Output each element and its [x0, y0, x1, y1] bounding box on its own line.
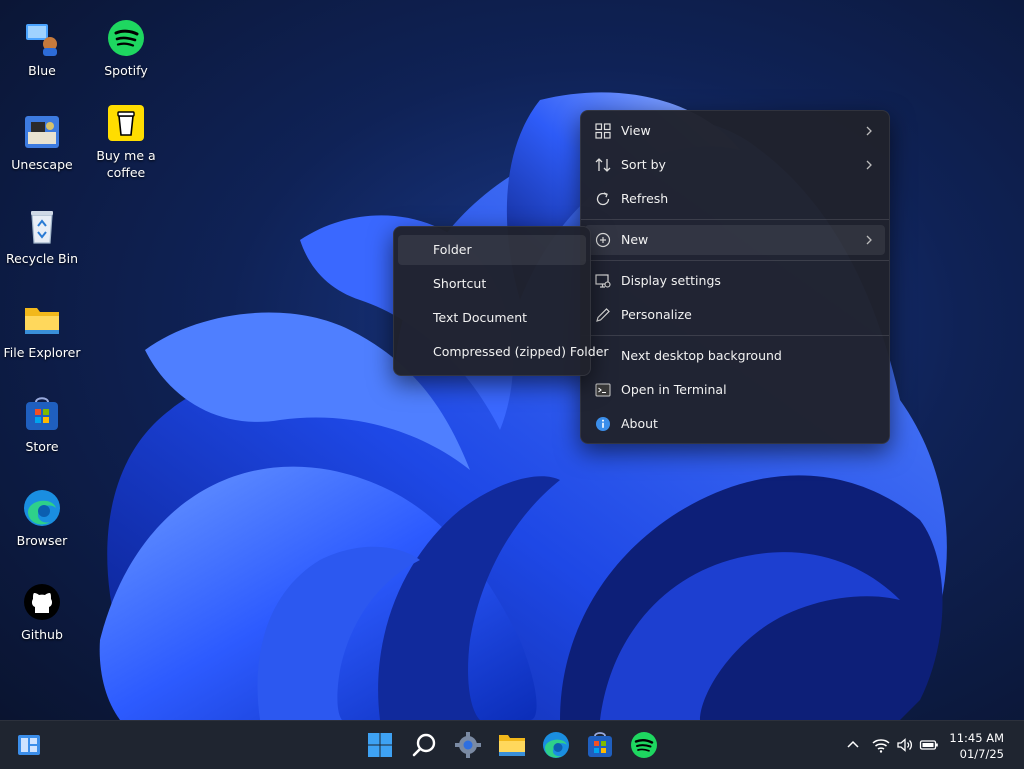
desktop-icon-browser[interactable]: Browser: [0, 488, 84, 549]
new-submenu: Folder Shortcut Text Document Compressed…: [393, 226, 609, 376]
taskbar: 11:45 AM 01/7/25: [0, 720, 1024, 769]
store-icon[interactable]: [584, 729, 616, 761]
menu-item-next-desktop-background[interactable]: Next desktop background: [585, 341, 885, 371]
desktop-icon-label: Blue: [28, 63, 56, 78]
github-icon: [24, 584, 60, 620]
menu-item-refresh[interactable]: Refresh: [585, 184, 885, 214]
start-windows-icon[interactable]: [364, 729, 396, 761]
menu-item-label: View: [621, 123, 651, 138]
coffee-cup-icon: [108, 105, 144, 141]
submenu-item-compressed-folder[interactable]: Compressed (zipped) Folder: [398, 337, 609, 367]
menu-item-open-in-terminal[interactable]: Open in Terminal: [585, 375, 885, 405]
submenu-item-label: Folder: [433, 242, 472, 257]
wifi-icon[interactable]: [871, 735, 891, 755]
desktop-icon-label: File Explorer: [3, 345, 81, 360]
battery-icon[interactable]: [919, 735, 939, 755]
clock-date: 01/7/25: [959, 747, 1004, 761]
submenu-item-text-document[interactable]: Text Document: [398, 303, 586, 333]
refresh-icon: [596, 192, 610, 206]
terminal-icon: [595, 383, 611, 397]
menu-item-label: Sort by: [621, 157, 666, 172]
submenu-item-shortcut[interactable]: Shortcut: [398, 269, 586, 299]
menu-separator: [581, 260, 889, 261]
desktop-icon-label: Github: [21, 627, 63, 642]
desktop-icon-buy-me-a-coffee[interactable]: Buy me a coffee: [84, 103, 168, 181]
menu-item-display-settings[interactable]: Display settings: [585, 266, 885, 296]
submenu-item-folder[interactable]: Folder: [398, 235, 586, 265]
file-explorer-icon[interactable]: [496, 729, 528, 761]
menu-separator: [581, 335, 889, 336]
desktop-icon-blue[interactable]: Blue: [0, 18, 84, 79]
desktop-icon-label: Buy me a coffee: [96, 148, 156, 180]
menu-item-label: Display settings: [621, 273, 721, 288]
grid-icon: [595, 123, 611, 139]
menu-item-label: Next desktop background: [621, 348, 782, 363]
volume-icon[interactable]: [895, 735, 915, 755]
chevron-right-icon: [866, 235, 872, 245]
chevron-right-icon: [866, 126, 872, 136]
menu-separator: [581, 219, 889, 220]
edge-browser-icon: [24, 490, 60, 526]
desktop-icon-recycle-bin[interactable]: Recycle Bin: [0, 206, 84, 267]
store-icon: [26, 397, 58, 430]
spotify-icon: [108, 20, 144, 56]
desktop-context-menu: View Sort by Refresh New Display setting…: [580, 110, 890, 444]
desktop-icon-label: Store: [25, 439, 59, 454]
desktop-icon-file-explorer[interactable]: File Explorer: [0, 300, 84, 361]
submenu-item-label: Text Document: [433, 310, 528, 325]
sort-arrows-icon: [595, 158, 611, 172]
search-icon[interactable]: [409, 729, 441, 761]
menu-item-personalize[interactable]: Personalize: [585, 300, 885, 330]
menu-item-sort-by[interactable]: Sort by: [585, 150, 885, 180]
chevron-up-icon[interactable]: [843, 735, 863, 755]
menu-item-about[interactable]: About: [585, 409, 885, 439]
desktop-icon-label: Browser: [16, 533, 68, 548]
settings-gear-icon[interactable]: [452, 729, 484, 761]
menu-item-label: New: [621, 232, 649, 247]
desktop-icon-label: Recycle Bin: [5, 251, 79, 266]
unescape-icon: [25, 116, 59, 148]
menu-item-label: Personalize: [621, 307, 692, 322]
clock-time: 11:45 AM: [949, 731, 1004, 745]
folder-icon: [25, 308, 59, 334]
menu-item-label: Refresh: [621, 191, 669, 206]
system-clock[interactable]: 11:45 AM 01/7/25: [949, 730, 1004, 762]
recycle-bin-icon: [31, 211, 53, 244]
display-settings-icon: [595, 274, 611, 288]
desktop-icon-store[interactable]: Store: [0, 394, 84, 455]
blue-app-icon: [26, 24, 57, 56]
pen-icon: [596, 308, 610, 322]
desktop-icon-label: Unescape: [11, 157, 73, 172]
menu-item-view[interactable]: View: [585, 116, 885, 146]
edge-browser-icon[interactable]: [540, 729, 572, 761]
widgets-icon[interactable]: [14, 730, 44, 760]
spotify-icon[interactable]: [628, 729, 660, 761]
desktop-icon-spotify[interactable]: Spotify: [84, 18, 168, 79]
desktop-icon-label: Spotify: [104, 63, 148, 78]
desktop-icon-unescape[interactable]: Unescape: [0, 112, 84, 173]
menu-item-label: Open in Terminal: [621, 382, 727, 397]
info-icon: [596, 417, 610, 431]
submenu-item-label: Shortcut: [433, 276, 487, 291]
menu-item-new[interactable]: New: [585, 225, 885, 255]
submenu-item-label: Compressed (zipped) Folder: [433, 344, 609, 359]
chevron-right-icon: [866, 160, 872, 170]
desktop-icon-github[interactable]: Github: [0, 582, 84, 643]
plus-circle-icon: [595, 232, 611, 248]
menu-item-label: About: [621, 416, 658, 431]
